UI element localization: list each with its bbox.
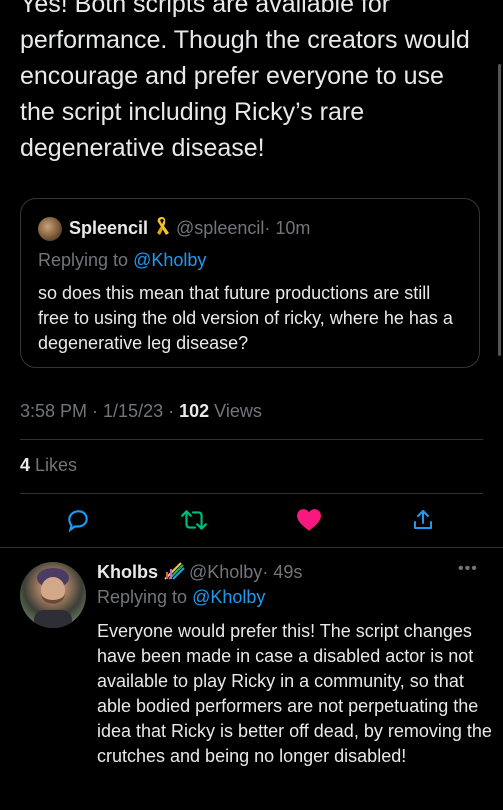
reply-button[interactable] [64, 506, 92, 534]
tweet-meta: 3:58 PM · 1/15/23 · 102 Views [20, 401, 262, 422]
tweet-text: Yes! Both scripts are available for perf… [20, 0, 470, 162]
tweet-timestamp[interactable]: 3:58 PM · 1/15/23 · [20, 401, 179, 421]
more-options-button[interactable]: ••• [458, 560, 478, 578]
avatar[interactable] [20, 562, 86, 628]
action-bar [0, 500, 503, 540]
replying-to-link[interactable]: @Kholby [192, 587, 265, 607]
quoted-tweet[interactable]: Spleencil @spleencil · 10m Replying to @… [20, 198, 480, 368]
views-label: Views [209, 401, 262, 421]
quoted-tweet-text: so does this mean that future production… [38, 283, 453, 353]
quoted-author-name[interactable]: Spleencil [69, 218, 148, 239]
scrollbar[interactable] [498, 64, 501, 356]
divider [20, 493, 483, 494]
champion-icon [163, 560, 185, 585]
views-count: 102 [179, 401, 210, 421]
quoted-replying-to: Replying to @Kholby [38, 250, 206, 271]
replying-to-label: Replying to [38, 250, 134, 270]
likes-label: Likes [30, 455, 78, 475]
share-icon [414, 510, 432, 529]
ribbon-icon [154, 216, 170, 241]
reply-author-handle[interactable]: @Kholby [189, 562, 262, 583]
quoted-tweet-header: Spleencil @spleencil · 10m [38, 216, 310, 241]
likes-stat[interactable]: 4 Likes [20, 455, 77, 476]
divider [20, 439, 483, 440]
reply-time: · 49s [262, 562, 303, 582]
quoted-author-handle[interactable]: @spleencil [176, 218, 264, 239]
replying-to-label: Replying to [97, 587, 193, 607]
reply-text: Everyone would prefer this! The script c… [97, 621, 492, 766]
like-button[interactable] [295, 506, 323, 534]
reply-header: Kholbs @Kholby · 49s [97, 560, 302, 585]
avatar[interactable] [38, 216, 62, 241]
quoted-tweet-time: · 10m [264, 218, 311, 238]
share-button[interactable] [409, 506, 437, 534]
likes-count: 4 [20, 455, 31, 475]
retweet-button[interactable] [180, 506, 208, 534]
divider [0, 547, 503, 548]
reply-author-name[interactable]: Kholbs [97, 562, 158, 583]
retweet-icon [181, 510, 207, 530]
reply-icon [68, 510, 88, 533]
heart-icon [297, 509, 321, 531]
replying-to-link[interactable]: @Kholby [133, 250, 206, 270]
reply-replying-to: Replying to @Kholby [97, 587, 265, 608]
